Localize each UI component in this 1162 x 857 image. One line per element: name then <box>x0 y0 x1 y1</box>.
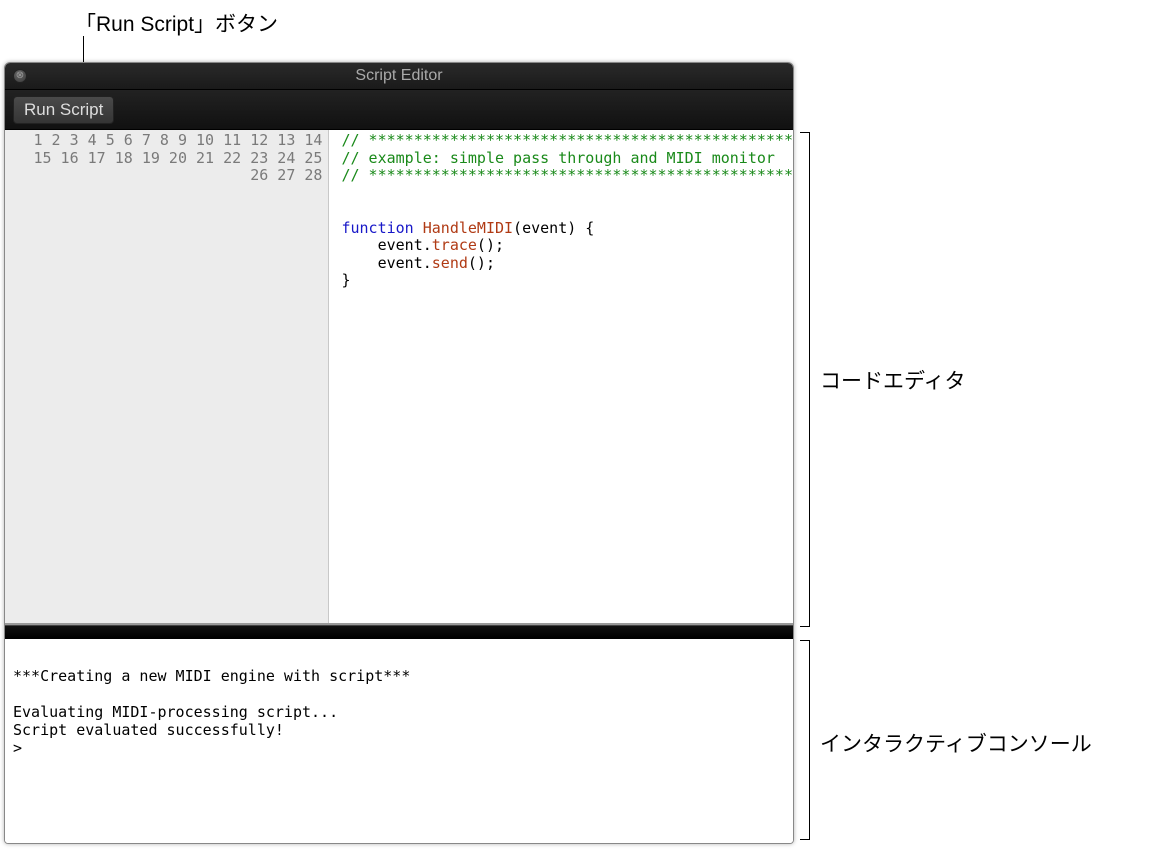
run-script-button[interactable]: Run Script <box>13 96 114 124</box>
annotation-code-editor: コードエディタ <box>820 365 966 395</box>
line-number-gutter: 1 2 3 4 5 6 7 8 9 10 11 12 13 14 15 16 1… <box>5 130 329 623</box>
titlebar: ⊗ Script Editor <box>5 63 793 90</box>
interactive-console[interactable]: ***Creating a new MIDI engine with scrip… <box>5 639 793 843</box>
annotation-run-script: 「Run Script」ボタン <box>75 8 278 38</box>
window-title: Script Editor <box>5 67 793 85</box>
callout-bracket-console <box>800 640 810 840</box>
toolbar: Run Script <box>5 90 793 130</box>
script-editor-window: ⊗ Script Editor Run Script 1 2 3 4 5 6 7… <box>4 62 794 844</box>
code-editor[interactable]: 1 2 3 4 5 6 7 8 9 10 11 12 13 14 15 16 1… <box>5 130 793 625</box>
close-icon[interactable]: ⊗ <box>13 69 27 83</box>
splitter-handle[interactable] <box>5 625 793 639</box>
annotation-console: インタラクティブコンソール <box>820 728 1092 758</box>
callout-bracket-code <box>800 132 810 627</box>
code-content[interactable]: // *************************************… <box>329 130 793 623</box>
callout-line <box>83 36 84 62</box>
